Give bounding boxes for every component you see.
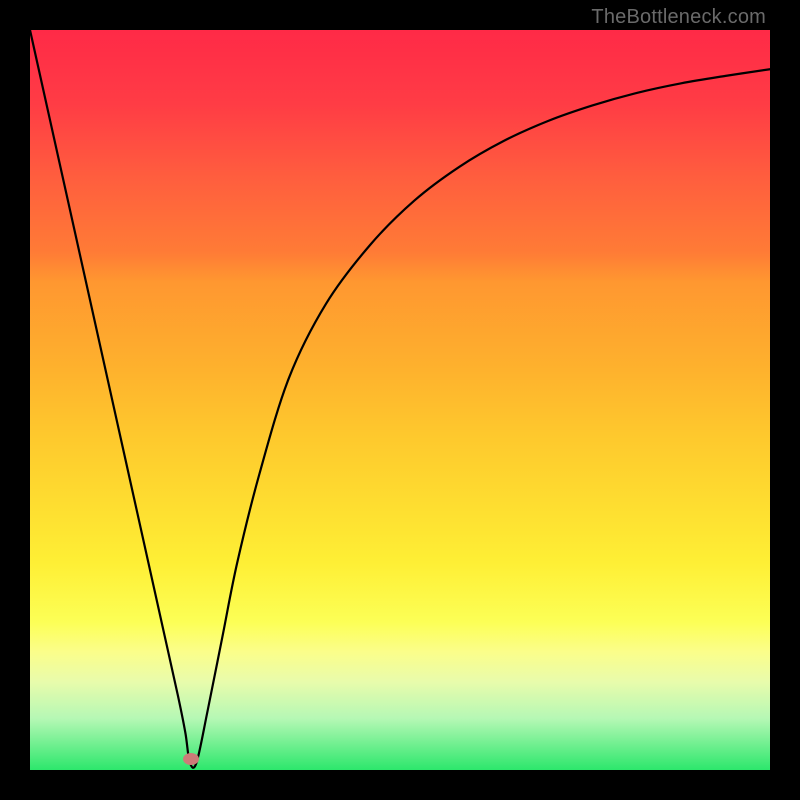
bottleneck-curve (30, 30, 770, 770)
chart-frame: TheBottleneck.com (0, 0, 800, 800)
optimum-marker (183, 753, 199, 765)
attribution-text: TheBottleneck.com (591, 6, 766, 29)
plot-area (30, 30, 770, 770)
